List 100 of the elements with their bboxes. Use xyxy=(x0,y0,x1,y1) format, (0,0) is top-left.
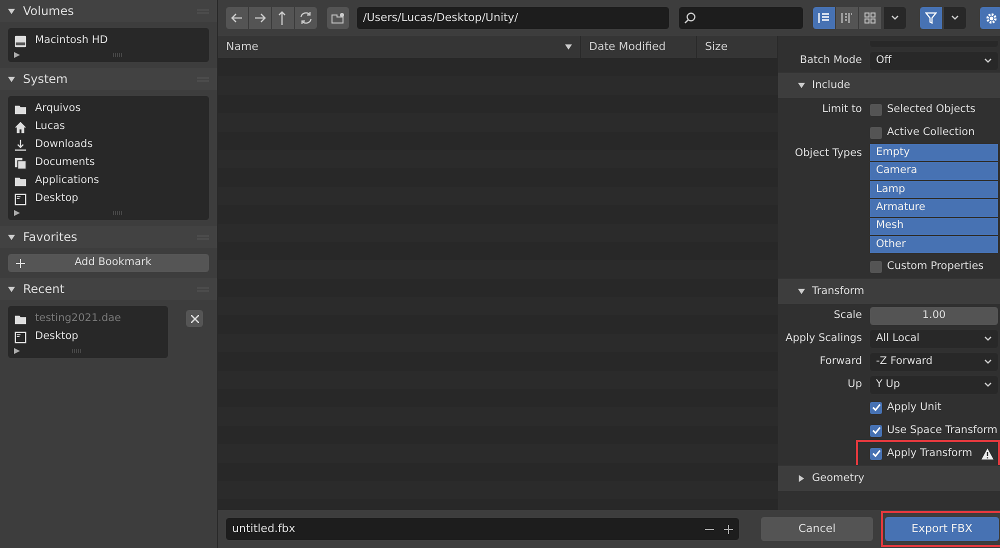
section-header[interactable]: Volumes xyxy=(0,0,217,22)
section-header[interactable]: Favorites xyxy=(0,226,217,248)
dropdown[interactable]: -Z Forward xyxy=(870,352,998,371)
add-bookmark-button[interactable]: Add Bookmark xyxy=(8,254,209,272)
checkbox[interactable] xyxy=(870,402,882,414)
expanded-triangle-icon[interactable] xyxy=(8,76,15,82)
columns-view-icon xyxy=(841,12,853,24)
section-header[interactable]: System xyxy=(0,68,217,90)
close-button[interactable] xyxy=(186,310,203,327)
desktop-icon xyxy=(14,330,27,344)
refresh-button[interactable] xyxy=(295,7,317,29)
bookmark-item[interactable]: Arquivos xyxy=(14,100,203,118)
refresh-icon xyxy=(299,11,313,25)
filter-icon xyxy=(925,12,937,24)
object-type-toggle[interactable]: Lamp xyxy=(870,180,998,198)
search-field[interactable] xyxy=(679,7,803,29)
arrow-left-icon xyxy=(231,13,243,23)
parent-directory-button[interactable] xyxy=(272,7,294,29)
checkmark-icon xyxy=(872,403,880,412)
view-mode-button[interactable] xyxy=(836,7,858,29)
resize-grip-icon[interactable] xyxy=(113,53,123,57)
settings-icon xyxy=(984,12,998,24)
object-type-toggle[interactable]: Armature xyxy=(870,199,998,217)
bookmark-item[interactable]: Applications xyxy=(14,172,203,190)
forward-button[interactable] xyxy=(249,7,271,29)
resize-grip-icon[interactable] xyxy=(113,211,123,215)
drive-icon xyxy=(14,34,27,48)
view-mode-button[interactable] xyxy=(859,7,881,29)
settings-button[interactable] xyxy=(980,7,1000,29)
plus-icon[interactable] xyxy=(724,524,733,534)
checkbox-label: Selected Objects xyxy=(887,102,976,117)
panel-header[interactable]: Transform xyxy=(778,278,1000,304)
filename-field[interactable]: untitled.fbx xyxy=(226,518,739,540)
checkbox-label: Apply Transform xyxy=(887,446,972,461)
panel-title: Include xyxy=(812,78,850,93)
bookmark-item[interactable]: Lucas xyxy=(14,118,203,136)
panel-header[interactable]: Include xyxy=(778,72,1000,98)
field-label: Apply Scalings xyxy=(786,332,862,344)
view-mode-button[interactable] xyxy=(813,7,835,29)
checkmark-icon xyxy=(872,449,880,458)
expanded-triangle-icon[interactable] xyxy=(798,288,805,296)
expanded-triangle-icon[interactable] xyxy=(8,286,15,292)
checkbox[interactable] xyxy=(870,448,882,460)
section-title: Recent xyxy=(23,281,66,298)
search-icon xyxy=(684,12,696,24)
object-type-toggle[interactable]: Other xyxy=(870,236,998,254)
filter-options-dropdown[interactable] xyxy=(944,7,966,29)
path-field[interactable]: /Users/Lucas/Desktop/Unity/ xyxy=(357,7,669,29)
expand-arrow-icon[interactable] xyxy=(14,348,20,354)
view-options-dropdown[interactable] xyxy=(884,7,906,29)
object-type-toggle[interactable]: Camera xyxy=(870,162,998,180)
export-button[interactable]: Export FBX xyxy=(885,517,999,541)
resize-grip-icon[interactable] xyxy=(72,349,82,353)
dropdown[interactable]: All Local xyxy=(870,330,998,348)
back-button[interactable] xyxy=(226,7,248,29)
bookmark-item[interactable]: Macintosh HD xyxy=(14,32,203,50)
dropdown[interactable]: Off xyxy=(870,52,998,70)
dropdown[interactable]: Y Up xyxy=(870,376,998,394)
bookmark-item[interactable]: Documents xyxy=(14,154,203,172)
panel-header[interactable]: Geometry xyxy=(778,465,1000,492)
list-view-icon xyxy=(818,12,830,24)
checkbox-label: Use Space Transform xyxy=(887,422,998,438)
field-label: Up xyxy=(848,378,862,390)
chevron-down-icon xyxy=(951,15,959,21)
checkbox-label: Custom Properties xyxy=(887,258,984,274)
expand-arrow-icon[interactable] xyxy=(14,210,20,216)
expand-arrow-icon[interactable] xyxy=(14,52,20,58)
checkbox[interactable] xyxy=(870,424,882,437)
section-header[interactable]: Recent xyxy=(0,278,217,300)
collapsed-triangle-icon[interactable] xyxy=(798,475,805,482)
bookmark-item[interactable]: Downloads xyxy=(14,136,203,154)
checkbox-label: Active Collection xyxy=(887,124,975,140)
checkbox[interactable] xyxy=(870,260,882,273)
checkbox[interactable] xyxy=(870,104,882,116)
arrow-up-icon xyxy=(278,11,288,25)
documents-icon xyxy=(14,156,27,170)
number-field[interactable]: 1.00 xyxy=(870,306,998,325)
chevron-down-icon xyxy=(984,336,992,342)
bookmark-item[interactable]: Desktop xyxy=(14,328,162,346)
new-folder-button[interactable] xyxy=(327,7,349,29)
chevron-down-icon xyxy=(984,358,992,365)
filter-button[interactable] xyxy=(920,7,942,29)
object-type-toggle[interactable]: Mesh xyxy=(870,218,998,235)
checkbox[interactable] xyxy=(870,126,882,138)
arrow-right-icon xyxy=(254,13,266,23)
expanded-triangle-icon[interactable] xyxy=(8,8,15,14)
object-type-toggle[interactable]: Empty xyxy=(870,144,998,162)
expanded-triangle-icon[interactable] xyxy=(798,82,805,89)
chevron-down-icon xyxy=(984,58,992,64)
section-title: Volumes xyxy=(23,3,75,20)
desktop-icon xyxy=(14,192,27,206)
checkmark-icon xyxy=(872,426,880,436)
bookmark-item[interactable]: Desktop xyxy=(14,190,203,208)
new-folder-icon xyxy=(331,12,345,24)
expanded-triangle-icon[interactable] xyxy=(8,234,15,240)
field-label: Forward xyxy=(820,354,862,367)
field-label: Batch Mode xyxy=(800,54,862,66)
close-icon xyxy=(190,314,198,322)
cancel-button[interactable]: Cancel xyxy=(761,517,873,541)
grid-view-icon xyxy=(864,12,876,24)
